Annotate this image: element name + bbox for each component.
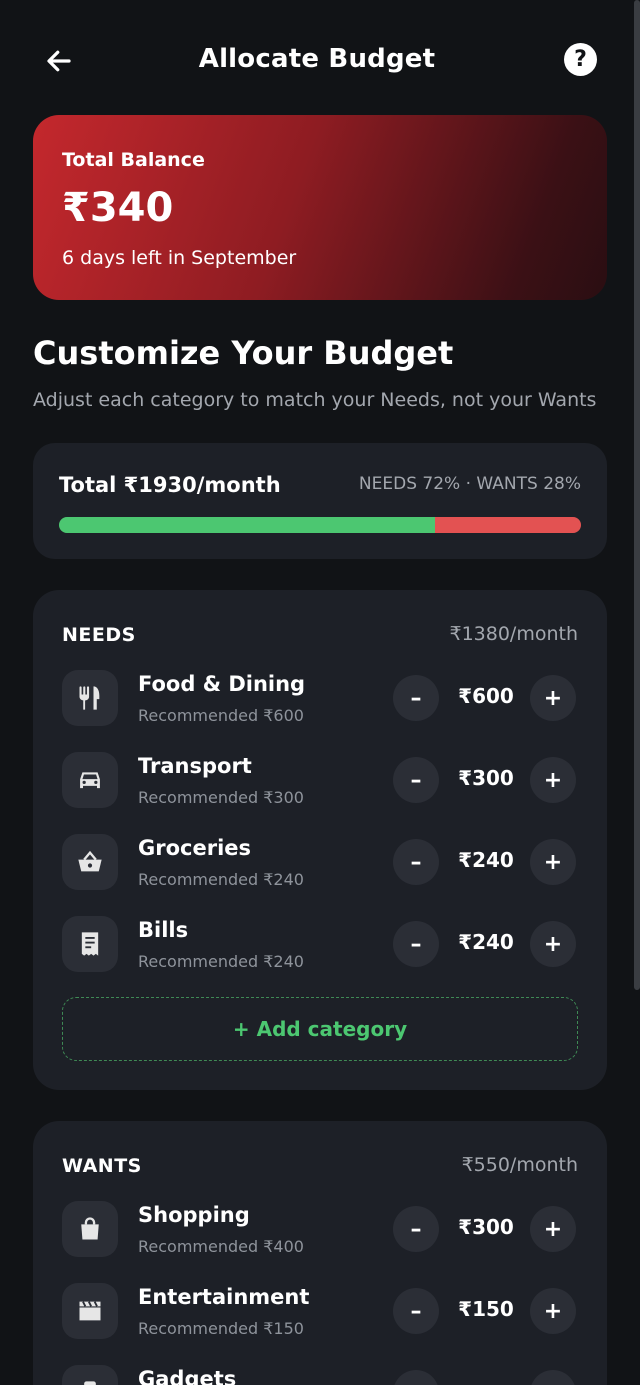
wants-total: ₹550/month [461,1154,578,1176]
category-recommended: Recommended ₹240 [138,952,304,971]
days-left-text: 6 days left in September [62,247,297,269]
add-category-button[interactable]: + Add category [62,997,578,1061]
category-amount: ₹150 [458,1297,514,1321]
category-name: Entertainment [138,1285,310,1309]
category-amount: ₹300 [458,1215,514,1239]
needs-total: ₹1380/month [449,623,578,645]
increase-button[interactable]: + [530,921,576,967]
category-name: Bills [138,918,189,942]
decrease-button[interactable]: – [393,1206,439,1252]
category-amount: ₹240 [458,930,514,954]
category-amount: ₹300 [458,766,514,790]
increase-button[interactable]: + [530,757,576,803]
section-title: Customize Your Budget [33,334,454,372]
split-bar [59,517,581,533]
gadget-icon [62,1365,118,1385]
category-row-bills: Bills Recommended ₹240 – ₹240 + [62,916,578,978]
increase-button[interactable]: + [530,839,576,885]
split-bar-wants [434,517,581,533]
category-row-groceries: Groceries Recommended ₹240 – ₹240 + [62,834,578,896]
total-monthly: Total ₹1930/month [59,473,281,497]
wants-card: WANTS ₹550/month Shopping Recommended ₹4… [33,1121,607,1385]
balance-amount: ₹340 [62,185,174,231]
category-name: Transport [138,754,252,778]
decrease-button[interactable]: – [393,839,439,885]
page-title: Allocate Budget [198,44,436,74]
category-recommended: Recommended ₹400 [138,1237,304,1256]
balance-card: Total Balance ₹340 6 days left in Septem… [33,115,607,300]
category-recommended: Recommended ₹150 [138,1319,304,1338]
question-mark-icon: ? [574,47,587,72]
summary-card: Total ₹1930/month NEEDS 72% · WANTS 28% [33,443,607,559]
split-bar-needs [59,517,435,533]
category-amount: ₹240 [458,848,514,872]
increase-button[interactable]: + [530,1370,576,1385]
increase-button[interactable]: + [530,1206,576,1252]
shopping-bag-icon [62,1201,118,1257]
decrease-button[interactable]: – [393,1288,439,1334]
help-button[interactable]: ? [564,43,597,76]
category-row-shopping: Shopping Recommended ₹400 – ₹300 + [62,1201,578,1263]
category-row-transport: Transport Recommended ₹300 – ₹300 + [62,752,578,814]
category-recommended: Recommended ₹600 [138,706,304,725]
needs-card: NEEDS ₹1380/month Food & Dining Recommen… [33,590,607,1090]
receipt-icon [62,916,118,972]
needs-title: NEEDS [62,624,136,646]
increase-button[interactable]: + [530,675,576,721]
scrollbar[interactable] [634,0,640,990]
category-row-food: Food & Dining Recommended ₹600 – ₹600 + [62,670,578,732]
category-amount: ₹600 [458,684,514,708]
basket-icon [62,834,118,890]
top-bar: Allocate Budget ? [0,0,634,120]
wants-title: WANTS [62,1155,142,1177]
category-name: Shopping [138,1203,250,1227]
section-subtitle: Adjust each category to match your Needs… [33,389,597,411]
category-recommended: Recommended ₹300 [138,788,304,807]
decrease-button[interactable]: – [393,921,439,967]
split-label: NEEDS 72% · WANTS 28% [358,474,581,494]
category-name: Groceries [138,836,252,860]
car-icon [62,752,118,808]
category-name: Gadgets [138,1367,237,1385]
category-row-entertainment: Entertainment Recommended ₹150 – ₹150 + [62,1283,578,1345]
category-name: Food & Dining [138,672,306,696]
fork-knife-icon [62,670,118,726]
decrease-button[interactable]: – [393,1370,439,1385]
decrease-button[interactable]: – [393,675,439,721]
increase-button[interactable]: + [530,1288,576,1334]
balance-label: Total Balance [62,149,205,171]
category-row-gadgets: Gadgets – + [62,1365,578,1385]
decrease-button[interactable]: – [393,757,439,803]
clapperboard-icon [62,1283,118,1339]
category-recommended: Recommended ₹240 [138,870,304,889]
